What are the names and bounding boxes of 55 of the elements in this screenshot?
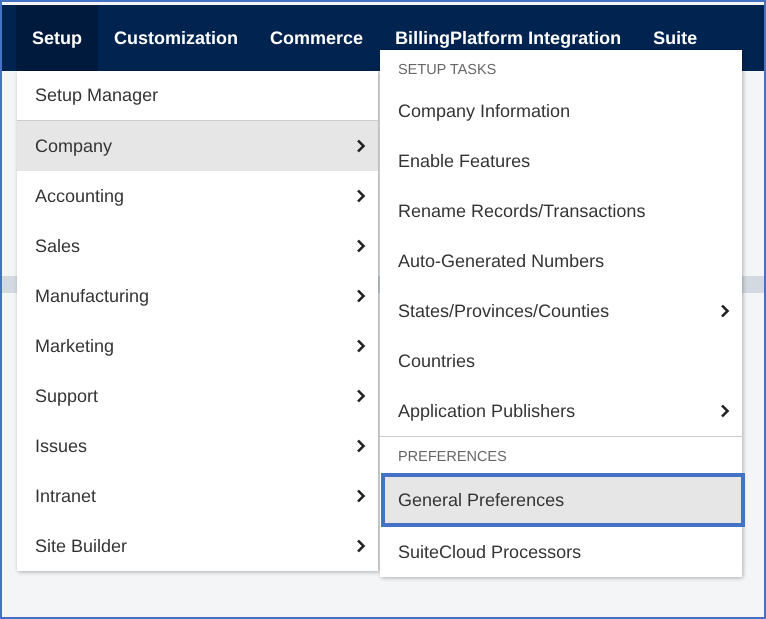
menu-item-label: Rename Records/Transactions <box>398 200 646 222</box>
menu-item-label: Site Builder <box>35 536 128 556</box>
chevron-right-icon <box>356 389 366 403</box>
section-heading: SETUP TASKS <box>397 61 498 80</box>
menu-item[interactable]: Issues <box>17 421 378 471</box>
menu-item-label: Company Information <box>398 100 570 122</box>
menu-item[interactable]: States/Provinces/Counties <box>380 286 742 336</box>
chevron-right-icon <box>356 439 366 453</box>
nav-tab[interactable]: Setup <box>16 5 98 71</box>
menu-item[interactable]: Site Builder <box>17 521 378 571</box>
menu-item[interactable]: Setup Manager <box>17 71 378 121</box>
menu-item-label: Application Publishers <box>398 400 576 422</box>
menu-item[interactable]: Company <box>17 121 378 171</box>
menu-item[interactable]: General Preferences <box>385 477 741 523</box>
chevron-right-icon <box>356 189 366 203</box>
menu-item[interactable]: Application Publishers <box>380 386 742 436</box>
menu-item-label: States/Provinces/Counties <box>398 300 610 322</box>
menu-item-label: Enable Features <box>398 150 530 172</box>
chevron-right-icon <box>356 289 366 303</box>
menu-item[interactable]: Accounting <box>17 171 378 221</box>
menu-item-label: SuiteCloud Processors <box>398 542 582 562</box>
chevron-right-icon <box>356 339 366 353</box>
menu-item-label: Setup Manager <box>35 85 158 106</box>
chevron-right-icon <box>356 139 366 153</box>
chevron-right-icon <box>720 304 730 318</box>
nav-tab[interactable]: Customization <box>98 5 254 71</box>
menu-item[interactable]: Enable Features <box>380 136 742 186</box>
nav-tab[interactable]: Commerce <box>254 5 380 71</box>
menu-item[interactable]: Company Information <box>380 86 742 136</box>
menu-item-label: Sales <box>35 236 80 256</box>
menu-item-label: General Preferences <box>398 490 564 510</box>
menu-item[interactable]: Countries <box>380 336 742 386</box>
menu-item-label: Company <box>35 136 112 156</box>
section-heading: PREFERENCES <box>397 448 508 467</box>
chevron-right-icon <box>356 489 366 503</box>
menu-item-label: Manufacturing <box>35 286 150 306</box>
menu-item[interactable]: Sales <box>17 221 378 271</box>
menu-item-label: Support <box>35 386 98 406</box>
menu-item-label: Intranet <box>35 486 96 506</box>
menu-item-label: Marketing <box>35 336 114 356</box>
menu-item[interactable]: Rename Records/Transactions <box>380 186 742 236</box>
menu-item[interactable]: Support <box>17 371 378 421</box>
menu-item[interactable]: Intranet <box>17 471 378 521</box>
chevron-right-icon <box>356 539 366 553</box>
menu-item[interactable]: SuiteCloud Processors <box>380 527 742 577</box>
chevron-right-icon <box>356 239 366 253</box>
menu-item[interactable]: Manufacturing <box>17 271 378 321</box>
menu-item-label: Accounting <box>35 186 124 206</box>
menu-item[interactable]: Marketing <box>17 321 378 371</box>
menu-item-label: Issues <box>35 436 88 456</box>
menu-item-label: Countries <box>398 350 476 372</box>
menu-item-label: Auto-Generated Numbers <box>398 250 604 272</box>
nav-tab[interactable]: Suite <box>637 5 714 71</box>
menu-item[interactable]: Auto-Generated Numbers <box>380 236 742 286</box>
chevron-right-icon <box>720 404 730 418</box>
